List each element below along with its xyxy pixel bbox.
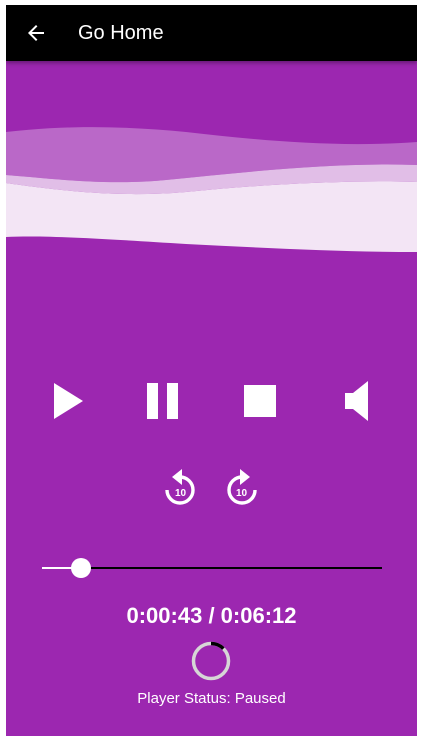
total-duration: 0:06:12 [220, 603, 297, 628]
replay-10-button[interactable]: 10 [156, 463, 204, 511]
time-display: 0:00:43 / 0:06:12 [6, 602, 417, 630]
slider-track [42, 567, 382, 569]
player-screen: Go Home 10 10 0:00:43 / 0:06:12 Player S… [6, 5, 417, 736]
play-icon [54, 383, 83, 419]
play-button[interactable] [40, 373, 96, 429]
progress-slider[interactable] [42, 553, 382, 583]
forward-10-icon: 10 [227, 469, 257, 505]
page-title: Go Home [78, 22, 164, 44]
app-bar: Go Home [6, 5, 417, 61]
time-separator: / [202, 603, 221, 628]
loading-spinner [191, 641, 231, 681]
forward-seconds-label: 10 [236, 488, 248, 499]
pause-button[interactable] [135, 373, 191, 429]
player-status: Player Status: Paused [6, 690, 417, 708]
current-time: 0:00:43 [126, 603, 203, 628]
status-value: Paused [234, 690, 286, 707]
stop-icon [244, 385, 276, 417]
status-label: Player Status: [137, 690, 235, 707]
back-button[interactable] [16, 13, 56, 53]
replay-10-icon: 10 [165, 469, 195, 505]
slider-thumb[interactable] [71, 558, 92, 578]
wave-banner [6, 127, 417, 252]
replay-seconds-label: 10 [175, 488, 187, 499]
wave-bottom [6, 181, 417, 252]
pause-icon [147, 383, 178, 419]
arrow-back-icon [28, 25, 44, 41]
stop-button[interactable] [232, 373, 288, 429]
volume-icon [345, 381, 368, 421]
volume-button[interactable] [329, 373, 385, 429]
forward-10-button[interactable]: 10 [218, 463, 266, 511]
